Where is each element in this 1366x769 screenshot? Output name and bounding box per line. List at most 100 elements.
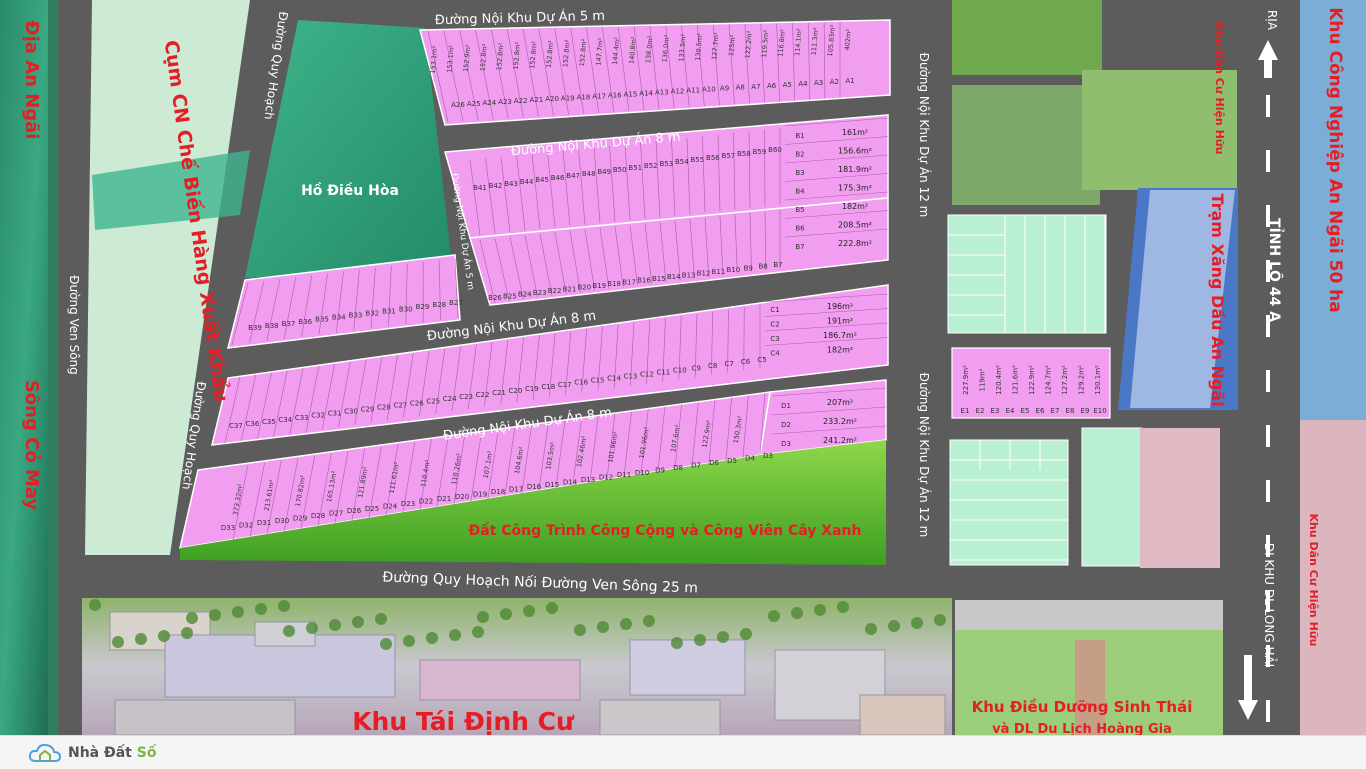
lot-area[interactable]: 122.9m² (1028, 365, 1036, 395)
lot-label[interactable]: D25 (365, 505, 379, 513)
lot-label[interactable]: D24 (383, 502, 398, 510)
lot-label[interactable]: E3 (991, 407, 1000, 415)
lot-label[interactable]: A14 (639, 89, 653, 97)
lot-label[interactable]: C14 (607, 375, 621, 383)
lot-label[interactable]: D29 (293, 514, 307, 522)
lot-label[interactable]: D2 (781, 421, 791, 429)
lot-label[interactable]: C31 (328, 410, 342, 418)
lot-label[interactable]: C36 (246, 420, 260, 428)
lot-label[interactable]: D23 (401, 500, 415, 508)
lot-label[interactable]: B32 (365, 309, 379, 317)
lot-label[interactable]: B31 (382, 307, 396, 315)
lot-label[interactable]: A5 (783, 81, 792, 89)
lot-label[interactable]: B37 (282, 320, 296, 328)
lot-label[interactable]: A4 (798, 80, 808, 88)
lot-label[interactable]: D31 (257, 519, 271, 527)
lot-label[interactable]: B19 (592, 282, 606, 290)
lot-label[interactable]: A13 (655, 89, 669, 97)
lot-label[interactable]: B2 (795, 151, 804, 159)
lot-area[interactable]: 241.2m² (823, 436, 857, 445)
lot-area[interactable]: 196m² (827, 302, 853, 311)
lot-label[interactable]: D33 (221, 524, 235, 532)
lot-label[interactable]: C5 (757, 356, 766, 364)
lot-label[interactable]: C29 (361, 406, 375, 414)
lot-label[interactable]: B30 (399, 305, 413, 313)
lot-label[interactable]: A2 (830, 78, 839, 86)
lot-label[interactable]: C32 (311, 412, 325, 420)
lot-area[interactable]: 227.9m² (962, 365, 970, 395)
lot-label[interactable]: E9 (1081, 407, 1090, 415)
lot-label[interactable]: B15 (652, 275, 666, 283)
lot-label[interactable]: B33 (349, 312, 363, 320)
lot-label[interactable]: B23 (533, 289, 547, 297)
lot-label[interactable]: B13 (682, 271, 696, 279)
lot-label[interactable]: B52 (644, 162, 658, 170)
lot-label[interactable]: E7 (1051, 407, 1060, 415)
lot-label[interactable]: B25 (503, 292, 517, 300)
lot-label[interactable]: D22 (419, 498, 433, 506)
lot-area[interactable]: 191m² (827, 317, 853, 326)
lot-label[interactable]: C7 (724, 360, 733, 368)
lot-label[interactable]: A1 (845, 77, 854, 85)
lot-label[interactable]: E4 (1006, 407, 1015, 415)
lot-label[interactable]: B3 (795, 169, 804, 177)
lot-label[interactable]: C3 (770, 335, 779, 343)
lot-label[interactable]: B49 (597, 168, 611, 176)
lot-label[interactable]: D10 (635, 469, 649, 477)
lot-label[interactable]: B51 (628, 164, 642, 172)
lot-label[interactable]: D11 (617, 471, 631, 479)
lot-area[interactable]: 181.9m² (838, 165, 872, 174)
lot-label[interactable]: C23 (459, 393, 473, 401)
lot-label[interactable]: D8 (673, 464, 683, 472)
lot-label[interactable]: A24 (483, 99, 497, 107)
lot-label[interactable]: A10 (702, 86, 716, 94)
lot-area[interactable]: 207m² (827, 398, 853, 407)
lot-label[interactable]: B58 (737, 150, 751, 158)
lot-label[interactable]: A23 (498, 98, 512, 106)
lot-label[interactable]: B46 (551, 174, 565, 182)
lot-label[interactable]: D3 (781, 440, 791, 448)
lot-area[interactable]: 161m² (842, 128, 868, 137)
lot-label[interactable]: C11 (656, 368, 670, 376)
lot-area[interactable]: 119m² (979, 368, 987, 391)
lot-label[interactable]: A12 (671, 88, 685, 96)
lot-label[interactable]: C21 (492, 389, 506, 397)
lot-label[interactable]: D13 (581, 476, 595, 484)
lot-label[interactable]: A21 (530, 96, 544, 104)
lot-label[interactable]: C24 (443, 395, 457, 403)
lot-label[interactable]: B22 (548, 287, 562, 295)
lot-label[interactable]: C9 (692, 364, 701, 372)
lot-area[interactable]: 121.6m² (1012, 365, 1020, 395)
lot-area[interactable]: 182m² (827, 346, 853, 355)
site-plan-map[interactable]: Đường Nội Khu Dự Án 5 m Đường Nội Khu Dự… (0, 0, 1366, 735)
lot-label[interactable]: A22 (514, 97, 528, 105)
lot-label[interactable]: C33 (295, 414, 309, 422)
lot-label[interactable]: D3 (763, 452, 773, 460)
lot-label[interactable]: A8 (736, 84, 745, 92)
lot-area[interactable]: 182m² (842, 202, 868, 211)
lot-area[interactable]: 129.2m² (1078, 365, 1086, 395)
lot-area[interactable]: 130.1m² (1094, 365, 1102, 395)
lot-area[interactable]: 175.3m² (838, 184, 872, 193)
lot-label[interactable]: B21 (563, 285, 577, 293)
lot-label[interactable]: B47 (566, 172, 580, 180)
lot-label[interactable]: A3 (814, 79, 823, 87)
lot-label[interactable]: B5 (795, 206, 804, 214)
lot-label[interactable]: D21 (437, 495, 451, 503)
lot-label[interactable]: A25 (467, 100, 481, 108)
lot-label[interactable]: B11 (712, 268, 726, 276)
lot-label[interactable]: A18 (577, 93, 591, 101)
lot-label[interactable]: C8 (708, 362, 717, 370)
lot-label[interactable]: A9 (720, 85, 729, 93)
lot-label[interactable]: B4 (795, 188, 805, 196)
lot-label[interactable]: C12 (640, 370, 654, 378)
lot-label[interactable]: B57 (722, 152, 736, 160)
lot-label[interactable]: C26 (410, 399, 424, 407)
lot-label[interactable]: C19 (525, 385, 539, 393)
lot-area[interactable]: 156.6m² (838, 147, 872, 156)
lot-label[interactable]: B39 (248, 324, 262, 332)
lot-label[interactable]: B54 (675, 158, 689, 166)
lot-label[interactable]: B60 (768, 146, 782, 154)
lot-label[interactable]: B16 (637, 277, 651, 285)
lot-label[interactable]: B53 (659, 160, 673, 168)
